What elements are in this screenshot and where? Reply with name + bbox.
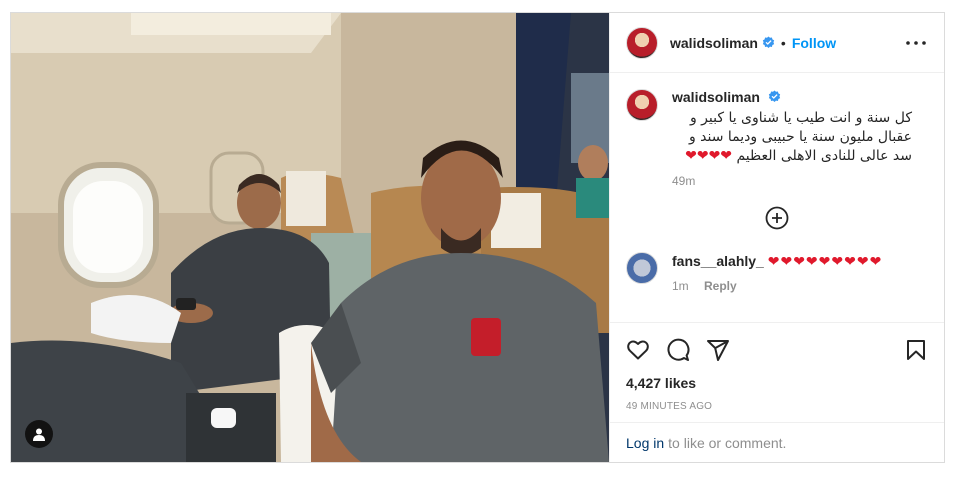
more-options-button[interactable] [904, 31, 928, 55]
caption-username[interactable]: walidsoliman [672, 89, 760, 105]
action-icons [626, 331, 928, 369]
caption-text: كل سنة و انت طيب يا شناوى يا كبير و عقبا… [672, 109, 912, 166]
caption-hearts: ❤❤❤❤ [685, 148, 733, 164]
post-caption: walidsoliman كل سنة و انت طيب يا شناوى ي… [626, 89, 928, 188]
heart-icon[interactable] [626, 338, 650, 362]
post-photo[interactable] [11, 13, 609, 462]
post-timestamp[interactable]: 49 MINUTES AGO [626, 401, 928, 412]
login-prompt: Log in to like or comment. [610, 422, 944, 462]
likes-count[interactable]: 4,427 likes [626, 375, 928, 391]
login-suffix: to like or comment. [668, 434, 787, 451]
follow-button[interactable]: Follow [792, 35, 836, 51]
comment-item: fans__alahly_ ❤❤❤❤❤❤❤❤❤ 1m Reply [626, 252, 928, 296]
caption-timestamp: 49m [672, 174, 696, 188]
comment-text: ❤❤❤❤❤❤❤❤❤ [767, 253, 883, 269]
separator-dot: • [780, 34, 786, 51]
comments-section: walidsoliman كل سنة و انت طيب يا شناوى ي… [610, 73, 944, 322]
comment-body: fans__alahly_ ❤❤❤❤❤❤❤❤❤ 1m Reply [672, 252, 928, 296]
post-sidebar: walidsoliman • Follow walidsoliman كل سن… [609, 13, 944, 462]
post-header: walidsoliman • Follow [610, 13, 944, 73]
bookmark-icon[interactable] [904, 338, 928, 362]
commenter-avatar[interactable] [626, 252, 658, 284]
user-tag-button[interactable] [25, 420, 53, 448]
comment-meta: 1m Reply [672, 277, 928, 296]
author-username[interactable]: walidsoliman [670, 35, 758, 51]
post-modal: walidsoliman • Follow walidsoliman كل سن… [10, 12, 945, 463]
comment-timestamp: 1m [672, 279, 689, 293]
post-actions: 4,427 likes 49 MINUTES AGO [610, 322, 944, 422]
user-tag-icon [33, 428, 45, 441]
caption-avatar[interactable] [626, 89, 658, 121]
caption-body: walidsoliman كل سنة و انت طيب يا شناوى ي… [672, 89, 928, 188]
paper-plane-icon[interactable] [706, 338, 730, 362]
verified-badge-icon [762, 36, 775, 48]
commenter-username[interactable]: fans__alahly_ [672, 253, 764, 269]
author-avatar[interactable] [626, 26, 658, 59]
verified-badge-icon [769, 90, 781, 102]
reply-button[interactable]: Reply [704, 279, 737, 293]
login-link[interactable]: Log in [626, 435, 664, 451]
more-options-icon [906, 40, 926, 45]
load-more-comments-button[interactable] [626, 206, 928, 230]
airplane-cabin-photo [11, 13, 609, 462]
plus-circle-icon [765, 206, 789, 230]
comment-icon[interactable] [666, 338, 690, 362]
